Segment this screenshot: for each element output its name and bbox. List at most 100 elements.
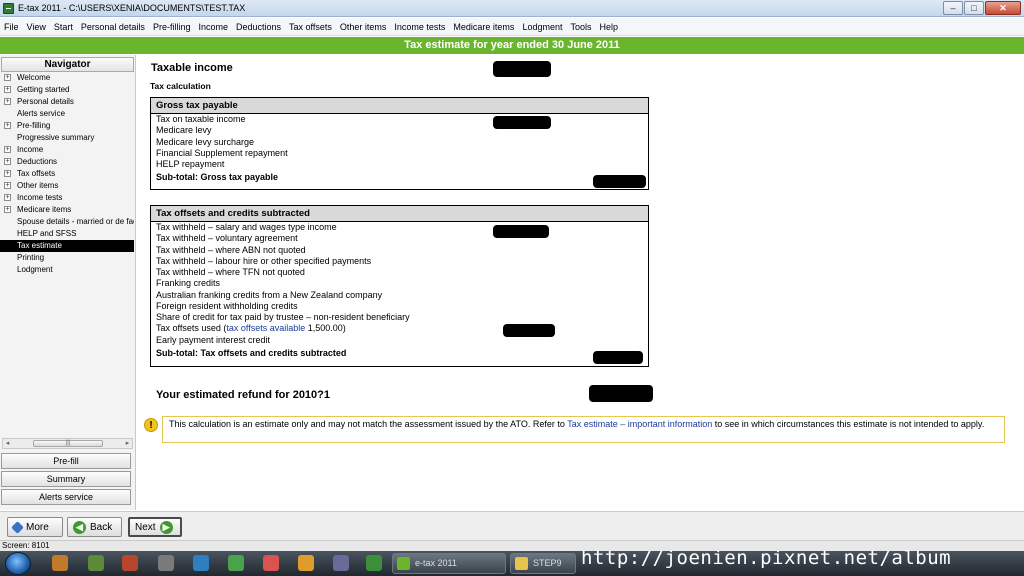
menu-item-view[interactable]: View [27, 22, 46, 32]
nav-item-label: Other items [17, 181, 59, 190]
nav-item-label: Pre-filling [17, 121, 51, 130]
offsets-used-suffix: 1,500.00) [305, 323, 346, 334]
scroll-left-icon[interactable]: ◂ [3, 439, 12, 448]
next-label: Next [135, 521, 156, 533]
nav-item-tax-estimate[interactable]: Tax estimate [0, 240, 134, 252]
taskbar-app-icon[interactable] [88, 555, 104, 571]
tax-offset-row: Australian franking credits from a New Z… [156, 289, 383, 300]
bottom-nav-bar: More ◀ Back Next ▶ [0, 511, 1024, 540]
watermark: http://joenien.pixnet.net/album [581, 547, 952, 569]
nav-item-label: Getting started [17, 85, 70, 94]
navigator-scrollbar[interactable]: ◂ ||| ▸ [2, 438, 133, 449]
expand-icon[interactable]: + [4, 158, 11, 165]
nav-item-personal-details[interactable]: + Personal details [0, 96, 134, 108]
tax-offset-row: Tax withheld – where TFN not quoted [156, 267, 305, 277]
menu-item-start[interactable]: Start [54, 22, 73, 32]
expand-icon[interactable]: + [4, 74, 11, 81]
nav-item-progressive-summary[interactable]: Progressive summary [0, 132, 134, 144]
nav-item-deductions[interactable]: + Deductions [0, 156, 134, 168]
menu-item-income[interactable]: Income [198, 22, 228, 32]
start-button[interactable] [5, 552, 31, 575]
menu-item-pre-filling[interactable]: Pre-filling [153, 22, 191, 32]
redacted-refund-amount [589, 385, 653, 402]
nav-item-income-tests[interactable]: + Income tests [0, 192, 134, 204]
nav-item-getting-started[interactable]: + Getting started [0, 84, 134, 96]
nav-item-label: Income [17, 145, 44, 154]
nav-item-tax-offsets[interactable]: + Tax offsets [0, 168, 134, 180]
expand-icon[interactable]: + [4, 86, 11, 93]
menu-item-deductions[interactable]: Deductions [236, 22, 281, 32]
tax-offset-row: Share of credit for tax paid by trustee … [156, 312, 410, 322]
gross-tax-row: Tax on taxable income [156, 114, 246, 124]
window-controls: – □ ✕ [943, 1, 1021, 15]
gross-tax-box: Gross tax payable Tax on taxable income M… [150, 97, 649, 190]
taskbar-app-icon[interactable] [366, 555, 382, 571]
taskbar-app-icon[interactable] [52, 555, 68, 571]
menu-item-tax-offsets[interactable]: Tax offsets [289, 22, 332, 32]
menu-item-personal-details[interactable]: Personal details [81, 22, 145, 32]
expand-icon[interactable]: + [4, 122, 11, 129]
nav-item-medicare-items[interactable]: + Medicare items [0, 204, 134, 216]
nav-item-spouse-details-married-or-de-facto[interactable]: Spouse details - married or de facto [0, 216, 134, 228]
scroll-thumb[interactable]: ||| [33, 440, 103, 447]
tax-estimate-info-link[interactable]: Tax estimate – important information [567, 419, 712, 429]
page-header: Tax estimate for year ended 30 June 2011 [0, 37, 1024, 54]
warning-icon: ! [144, 418, 158, 432]
tax-offsets-box: Tax offsets and credits subtracted Tax w… [150, 205, 649, 367]
menu-item-lodgment[interactable]: Lodgment [522, 22, 562, 32]
menu-item-income-tests[interactable]: Income tests [394, 22, 445, 32]
expand-icon[interactable]: + [4, 194, 11, 201]
scroll-right-icon[interactable]: ▸ [123, 439, 132, 448]
taskbar-app-icon[interactable] [193, 555, 209, 571]
expand-icon[interactable]: + [4, 146, 11, 153]
taskbar-browser-icon[interactable] [263, 555, 279, 571]
expand-icon[interactable]: + [4, 206, 11, 213]
tax-offset-row: Tax withheld – voluntary agreement [156, 233, 298, 244]
taskbar-app-icon[interactable] [228, 555, 244, 571]
navigator-list: + Welcome + Getting started + Personal detail… [0, 72, 136, 276]
menu-item-tools[interactable]: Tools [570, 22, 591, 32]
back-button[interactable]: ◀ Back [67, 517, 122, 537]
next-arrow-icon: ▶ [159, 520, 173, 534]
menu-item-other-items[interactable]: Other items [340, 22, 387, 32]
taxable-income-label: Taxable income [151, 62, 233, 74]
nav-item-other-items[interactable]: + Other items [0, 180, 134, 192]
notice-text-after: to see in which circumstances this estim… [712, 419, 985, 429]
nav-item-help-and-sfss[interactable]: HELP and SFSS [0, 228, 134, 240]
nav-item-income[interactable]: + Income [0, 144, 134, 156]
redacted-tax-on-income [493, 116, 551, 129]
menu-item-help[interactable]: Help [599, 22, 618, 32]
nav-item-alerts-service[interactable]: Alerts service [0, 108, 134, 120]
tax-offset-row: Foreign resident withholding credits [156, 300, 298, 311]
back-arrow-icon: ◀ [73, 520, 86, 534]
summary-button[interactable]: Summary [1, 471, 131, 487]
taskbar-task-etax[interactable]: e-tax 2011 [392, 553, 506, 574]
tax-offsets-rows: Tax withheld – salary and wages type inc… [151, 222, 648, 323]
minimize-button[interactable]: – [943, 1, 963, 15]
expand-icon[interactable]: + [4, 170, 11, 177]
taskbar-task-step9[interactable]: STEP9 [510, 553, 576, 574]
nav-item-lodgment[interactable]: Lodgment [0, 264, 134, 276]
nav-item-pre-filling[interactable]: + Pre-filling [0, 120, 134, 132]
next-button[interactable]: Next ▶ [128, 517, 182, 537]
taskbar-task-label: STEP9 [533, 558, 562, 568]
title-bar: E-tax 2011 - C:\USERS\XENIA\DOCUMENTS\TE… [0, 0, 1024, 17]
nav-item-welcome[interactable]: + Welcome [0, 72, 134, 84]
taskbar-app-icon[interactable] [298, 555, 314, 571]
close-button[interactable]: ✕ [985, 1, 1021, 15]
taskbar-app-icon[interactable] [158, 555, 174, 571]
more-label: More [26, 521, 49, 533]
nav-item-printing[interactable]: Printing [0, 252, 134, 264]
menu-item-medicare-items[interactable]: Medicare items [453, 22, 514, 32]
taskbar-app-icon[interactable] [333, 555, 349, 571]
window-title: E-tax 2011 - C:\USERS\XENIA\DOCUMENTS\TE… [18, 3, 246, 13]
expand-icon[interactable]: + [4, 182, 11, 189]
prefill-button[interactable]: Pre-fill [1, 453, 131, 469]
more-button[interactable]: More [7, 517, 63, 537]
tax-offsets-available-link[interactable]: tax offsets available [226, 323, 305, 333]
alerts-service-button[interactable]: Alerts service [1, 489, 131, 505]
maximize-button[interactable]: □ [964, 1, 984, 15]
menu-item-file[interactable]: File [4, 22, 19, 32]
taskbar-media-icon[interactable] [122, 555, 138, 571]
expand-icon[interactable]: + [4, 98, 11, 105]
